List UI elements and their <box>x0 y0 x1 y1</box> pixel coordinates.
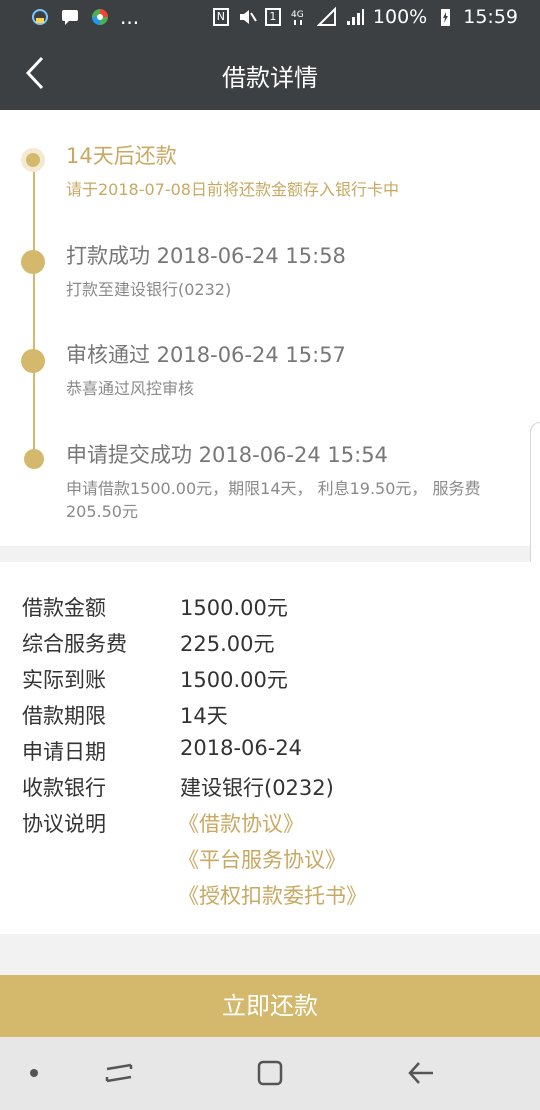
detail-value: 2018-06-24 <box>180 736 303 760</box>
timeline-desc: 请于2018-07-08日前将还款金额存入银行卡中 <box>66 180 399 199</box>
timeline-title: 申请提交成功 2018-06-24 15:54 <box>66 443 388 467</box>
notification-overflow: ... <box>120 5 140 29</box>
timeline-item-paid: 打款成功 2018-06-24 15:58 打款至建设银行(0232) <box>66 240 526 301</box>
timeline-title: 打款成功 2018-06-24 15:58 <box>66 244 346 268</box>
timeline-item-submitted: 申请提交成功 2018-06-24 15:54 申请借款1500.00元，期限1… <box>66 439 526 523</box>
timeline-desc: 恭喜通过风控审核 <box>66 379 195 398</box>
app-header: 借款详情 <box>0 36 540 110</box>
timeline-title: 14天后还款 <box>66 144 177 168</box>
recent-apps-icon[interactable] <box>103 1057 135 1089</box>
platform-service-agreement-link[interactable]: 《平台服务协议》 <box>178 844 346 874</box>
mute-icon <box>239 10 257 24</box>
timeline-dot <box>21 250 45 274</box>
back-icon[interactable] <box>405 1057 437 1089</box>
loan-agreement-link[interactable]: 《借款协议》 <box>178 808 304 838</box>
detail-label: 借款金额 <box>22 596 106 620</box>
detail-label: 实际到账 <box>22 668 106 692</box>
battery-charging-icon <box>441 9 451 26</box>
sim-icon: 1 <box>264 8 281 26</box>
page-title: 借款详情 <box>222 64 318 92</box>
detail-value: 1500.00元 <box>180 596 288 620</box>
loan-timeline: 14天后还款 请于2018-07-08日前将还款金额存入银行卡中 打款成功 20… <box>0 110 540 644</box>
home-icon[interactable] <box>254 1057 286 1089</box>
timeline-title: 审核通过 2018-06-24 15:57 <box>66 343 346 367</box>
battery-percent: 100% <box>372 6 428 28</box>
message-icon <box>62 10 78 25</box>
detail-label: 申请日期 <box>22 740 106 764</box>
timeline-dot <box>21 349 45 373</box>
network-4g-icon: 4G <box>291 10 304 25</box>
repay-now-button[interactable]: 立即还款 <box>0 975 540 1037</box>
signal-bars-icon <box>346 9 364 25</box>
timeline-dot <box>24 449 44 469</box>
debit-authorization-link[interactable]: 《授权扣款委托书》 <box>178 880 367 910</box>
timeline-desc: 申请借款1500.00元，期限14天， 利息19.50元， 服务费205.50元 <box>66 479 481 521</box>
timeline-item-approved: 审核通过 2018-06-24 15:57 恭喜通过风控审核 <box>66 339 526 400</box>
clock: 15:59 <box>463 6 518 28</box>
detail-value: 14天 <box>180 704 228 728</box>
nav-dot-icon[interactable] <box>18 1057 50 1089</box>
timeline-desc: 打款至建设银行(0232) <box>66 280 232 299</box>
detail-label: 协议说明 <box>22 812 106 836</box>
detail-label: 收款银行 <box>22 776 106 800</box>
timeline-dot-current <box>21 148 45 172</box>
system-nav-bar <box>0 1037 540 1110</box>
timeline-line <box>33 158 35 468</box>
status-bar: ... N 1 4G 100% 15:59 <box>0 0 540 36</box>
detail-value: 建设银行(0232) <box>180 776 334 800</box>
timeline-item-repay: 14天后还款 请于2018-07-08日前将还款金额存入银行卡中 <box>66 140 526 201</box>
signal-icon <box>316 7 336 26</box>
svg-text:4G: 4G <box>291 10 304 20</box>
detail-label: 综合服务费 <box>22 632 127 656</box>
loan-details: 借款金额 1500.00元 综合服务费 225.00元 实际到账 1500.00… <box>0 562 540 934</box>
headset-icon <box>32 9 48 25</box>
detail-value: 225.00元 <box>180 632 275 656</box>
nfc-icon: N <box>212 8 229 26</box>
detail-label: 借款期限 <box>22 704 106 728</box>
detail-value: 1500.00元 <box>180 668 288 692</box>
browser-icon <box>92 9 108 25</box>
